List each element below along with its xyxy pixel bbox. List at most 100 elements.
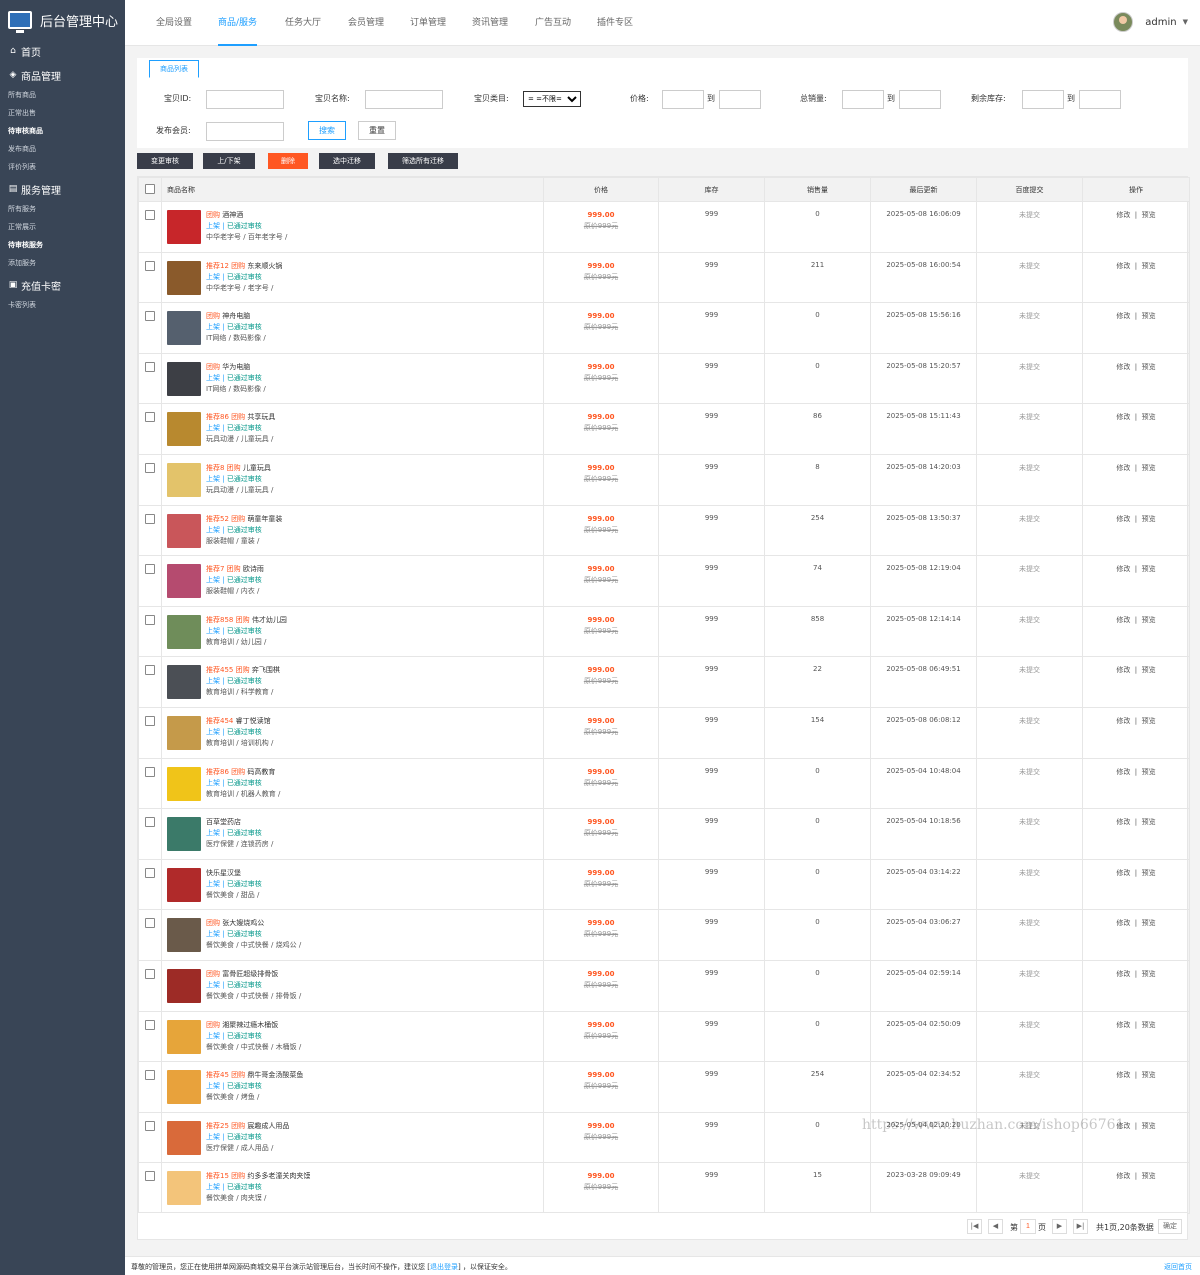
preview-link[interactable]: 预览 xyxy=(1142,666,1156,674)
top-tab[interactable]: 订单管理 xyxy=(410,0,446,46)
top-tab[interactable]: 商品/服务 xyxy=(218,0,258,46)
row-checkbox[interactable] xyxy=(145,210,155,220)
sidebar-item[interactable]: 添加服务 xyxy=(8,254,70,272)
tab-product-list[interactable]: 商品列表 xyxy=(149,60,199,78)
edit-link[interactable]: 修改 xyxy=(1116,818,1130,826)
edit-link[interactable]: 修改 xyxy=(1116,768,1130,776)
product-name[interactable]: 酒神酒 xyxy=(222,211,243,219)
product-thumbnail[interactable] xyxy=(167,1070,201,1105)
stock-min-input[interactable] xyxy=(1022,90,1064,109)
page-input[interactable] xyxy=(1020,1219,1036,1234)
product-thumbnail[interactable] xyxy=(167,361,201,396)
sidebar-item[interactable]: 正常出售 xyxy=(8,104,70,122)
product-name[interactable]: 弈飞围棋 xyxy=(252,666,280,674)
product-name[interactable]: 萌童年童装 xyxy=(247,515,282,523)
edit-link[interactable]: 修改 xyxy=(1116,1071,1130,1079)
edit-link[interactable]: 修改 xyxy=(1116,1122,1130,1130)
top-tab[interactable]: 全局设置 xyxy=(156,0,192,46)
product-thumbnail[interactable] xyxy=(167,867,201,902)
sales-max-input[interactable] xyxy=(899,90,941,109)
preview-link[interactable]: 预览 xyxy=(1142,818,1156,826)
row-checkbox[interactable] xyxy=(145,766,155,777)
preview-link[interactable]: 预览 xyxy=(1142,970,1156,978)
category-select[interactable]: = =不限= = xyxy=(523,91,581,107)
product-name[interactable]: 快乐星汉堡 xyxy=(206,869,241,877)
product-thumbnail[interactable] xyxy=(167,412,201,447)
preview-link[interactable]: 预览 xyxy=(1142,1122,1156,1130)
product-thumbnail[interactable] xyxy=(167,715,201,750)
preview-link[interactable]: 预览 xyxy=(1142,312,1156,320)
row-checkbox[interactable] xyxy=(145,260,155,271)
search-button[interactable]: 搜索 xyxy=(308,121,346,140)
price-max-input[interactable] xyxy=(719,90,761,109)
select-all-checkbox[interactable] xyxy=(145,183,155,194)
edit-link[interactable]: 修改 xyxy=(1116,515,1130,523)
product-name[interactable]: 欧诗雨 xyxy=(243,565,264,573)
product-name[interactable]: 伟才幼儿园 xyxy=(252,616,287,624)
sidebar-item[interactable]: 评价列表 xyxy=(8,158,70,176)
preview-link[interactable]: 预览 xyxy=(1142,363,1156,371)
preview-link[interactable]: 预览 xyxy=(1142,262,1156,270)
preview-link[interactable]: 预览 xyxy=(1142,919,1156,927)
product-name[interactable]: 共享玩具 xyxy=(247,413,275,421)
top-tab[interactable]: 插件专区 xyxy=(597,0,633,46)
preview-link[interactable]: 预览 xyxy=(1142,515,1156,523)
preview-link[interactable]: 预览 xyxy=(1142,413,1156,421)
sidebar-group-head[interactable]: ▤ 服务管理 xyxy=(0,178,125,200)
edit-link[interactable]: 修改 xyxy=(1116,919,1130,927)
row-checkbox[interactable] xyxy=(145,564,155,575)
product-name[interactable]: 约多多老潼关肉夹馍 xyxy=(247,1172,310,1180)
product-name[interactable]: 宸趣成人用品 xyxy=(247,1122,289,1130)
row-checkbox[interactable] xyxy=(145,412,155,423)
product-thumbnail[interactable] xyxy=(167,210,201,244)
edit-link[interactable]: 修改 xyxy=(1116,312,1130,320)
back-home-link[interactable]: 返回首页 xyxy=(1164,1262,1192,1272)
name-input[interactable] xyxy=(365,90,443,109)
product-thumbnail[interactable] xyxy=(167,968,201,1003)
edit-link[interactable]: 修改 xyxy=(1116,464,1130,472)
preview-link[interactable]: 预览 xyxy=(1142,211,1156,219)
product-thumbnail[interactable] xyxy=(167,614,201,649)
row-checkbox[interactable] xyxy=(145,462,155,473)
product-name[interactable]: 富骨匠超级排骨饭 xyxy=(222,970,278,978)
edit-link[interactable]: 修改 xyxy=(1116,363,1130,371)
product-name[interactable]: 神舟电脑 xyxy=(222,312,250,320)
product-thumbnail[interactable] xyxy=(167,260,201,295)
edit-link[interactable]: 修改 xyxy=(1116,1021,1130,1029)
preview-link[interactable]: 预览 xyxy=(1142,768,1156,776)
row-checkbox[interactable] xyxy=(145,867,155,878)
product-name[interactable]: 张大嫂烧鸡公 xyxy=(222,919,264,927)
sidebar-item[interactable]: 所有服务 xyxy=(8,200,70,218)
row-checkbox[interactable] xyxy=(145,918,155,929)
edit-link[interactable]: 修改 xyxy=(1116,970,1130,978)
product-thumbnail[interactable] xyxy=(167,462,201,497)
product-name[interactable]: 儿童玩具 xyxy=(243,464,271,472)
top-tab[interactable]: 广告互动 xyxy=(535,0,571,46)
edit-link[interactable]: 修改 xyxy=(1116,565,1130,573)
preview-link[interactable]: 预览 xyxy=(1142,1021,1156,1029)
product-thumbnail[interactable] xyxy=(167,665,201,700)
reset-button[interactable]: 重置 xyxy=(358,121,396,140)
product-thumbnail[interactable] xyxy=(167,1019,201,1054)
edit-link[interactable]: 修改 xyxy=(1116,413,1130,421)
preview-link[interactable]: 预览 xyxy=(1142,869,1156,877)
member-input[interactable] xyxy=(206,122,284,141)
sidebar-item[interactable]: 正常展示 xyxy=(8,218,70,236)
change-audit-button[interactable]: 变更审核 xyxy=(137,153,193,169)
preview-link[interactable]: 预览 xyxy=(1142,616,1156,624)
row-checkbox[interactable] xyxy=(145,968,155,979)
sidebar-item[interactable]: 所有商品 xyxy=(8,86,70,104)
edit-link[interactable]: 修改 xyxy=(1116,1172,1130,1180)
row-checkbox[interactable] xyxy=(145,311,155,322)
row-checkbox[interactable] xyxy=(145,817,155,828)
product-thumbnail[interactable] xyxy=(167,817,201,852)
preview-link[interactable]: 预览 xyxy=(1142,1071,1156,1079)
product-thumbnail[interactable] xyxy=(167,918,201,953)
row-checkbox[interactable] xyxy=(145,513,155,524)
product-thumbnail[interactable] xyxy=(167,1171,201,1206)
edit-link[interactable]: 修改 xyxy=(1116,211,1130,219)
edit-link[interactable]: 修改 xyxy=(1116,262,1130,270)
logo[interactable]: 后台管理中心 xyxy=(0,0,125,40)
sidebar-item[interactable]: 待审核商品 xyxy=(8,122,70,140)
on-off-shelf-button[interactable]: 上/下架 xyxy=(203,153,255,169)
